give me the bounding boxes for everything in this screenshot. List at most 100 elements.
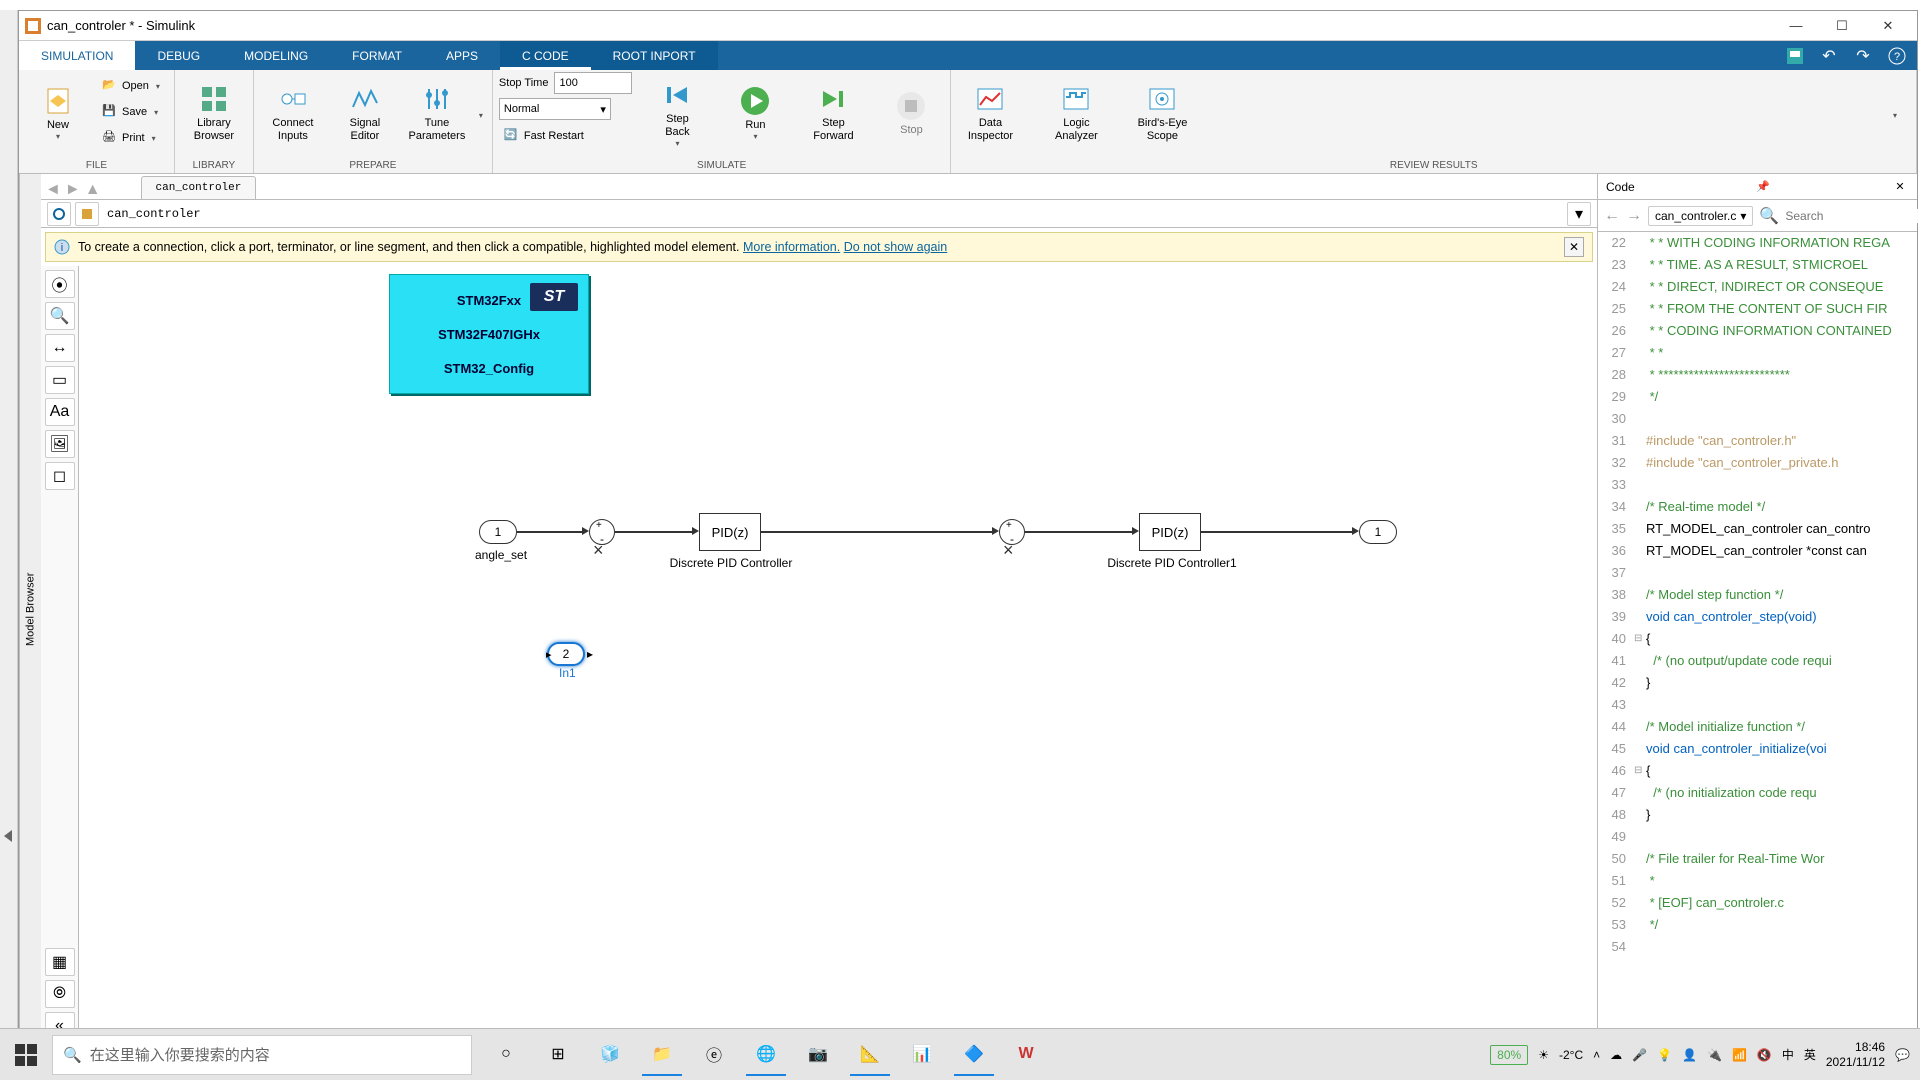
area-tool-icon[interactable]: ◻	[45, 462, 75, 490]
review-more[interactable]: ▾	[1890, 111, 1900, 120]
model-icon[interactable]	[75, 202, 99, 226]
ime-2[interactable]: 英	[1804, 1046, 1816, 1063]
library-browser-button[interactable]: Library Browser	[181, 72, 247, 154]
step-forward-button[interactable]: Step Forward	[800, 72, 866, 154]
tab-modeling[interactable]: MODELING	[222, 41, 330, 70]
tray-app-3-icon[interactable]: 👤	[1682, 1048, 1697, 1062]
tab-debug[interactable]: DEBUG	[135, 41, 222, 70]
cortana-icon[interactable]: ○	[486, 1034, 526, 1076]
code-fwd-icon[interactable]: →	[1626, 205, 1642, 227]
tune-params-button[interactable]: Tune Parameters	[404, 72, 470, 154]
hide-tool-icon[interactable]: ⦿	[45, 270, 75, 298]
toggle-tool-icon[interactable]: ▦	[45, 948, 75, 976]
pid-block-2[interactable]: PID(z)	[1139, 513, 1201, 551]
matlab-icon[interactable]: 📐	[850, 1034, 890, 1076]
arrow-tool-icon[interactable]: ↔	[45, 334, 75, 362]
onedrive-icon[interactable]: ☁	[1610, 1048, 1622, 1062]
outport-1[interactable]: 1	[1359, 520, 1397, 544]
power-icon[interactable]: 🔌	[1707, 1048, 1722, 1062]
battery-badge[interactable]: 80%	[1490, 1045, 1528, 1065]
nav-fwd-icon[interactable]: ►	[65, 181, 81, 199]
code-body[interactable]: 2223242526272829303132333435363738394041…	[1598, 232, 1917, 1044]
close-code-icon[interactable]: ✕	[1891, 178, 1909, 196]
breadcrumb-dropdown[interactable]: ▾	[1567, 202, 1591, 226]
tray-app-1-icon[interactable]: 🎤	[1632, 1048, 1647, 1062]
help-icon[interactable]: ?	[1885, 44, 1909, 68]
ime-1[interactable]: 中	[1782, 1046, 1794, 1063]
signal-editor-button[interactable]: Signal Editor	[332, 72, 398, 154]
logic-analyzer-button[interactable]: Logic Analyzer	[1043, 72, 1109, 154]
clock[interactable]: 18:46 2021/11/12	[1826, 1040, 1885, 1070]
volume-icon[interactable]: 🔇	[1757, 1048, 1772, 1062]
tray-app-2-icon[interactable]: 💡	[1657, 1048, 1672, 1062]
maximize-button[interactable]: ☐	[1819, 11, 1865, 41]
model-canvas[interactable]: STM32Fxx STM32F407IGHx STM32_Config ST 1…	[79, 266, 1597, 1044]
nav-up-icon[interactable]: ▲	[85, 181, 101, 199]
tab-apps[interactable]: APPS	[424, 41, 500, 70]
ie-icon[interactable]: ⓔ	[694, 1034, 734, 1076]
save-quick-icon[interactable]	[1783, 44, 1807, 68]
banner-close-button[interactable]: ✕	[1564, 237, 1584, 257]
taskbar-search[interactable]: 🔍 在这里输入你要搜索的内容	[52, 1035, 472, 1075]
model-tab[interactable]: can_controler	[141, 176, 257, 199]
stop-button[interactable]: Stop	[878, 72, 944, 154]
temperature[interactable]: -2°C	[1559, 1048, 1583, 1062]
run-button[interactable]: Run▾	[722, 72, 788, 154]
data-inspector-button[interactable]: Data Inspector	[957, 72, 1023, 154]
tab-c-code[interactable]: C CODE	[500, 41, 591, 70]
dismiss-link[interactable]: Do not show again	[844, 240, 948, 254]
explorer-icon[interactable]: 📁	[642, 1034, 682, 1076]
notifications-icon[interactable]: 💬	[1895, 1048, 1910, 1062]
taskview-icon[interactable]: ⊞	[538, 1034, 578, 1076]
code-file-select[interactable]: can_controler.c▾	[1648, 206, 1753, 226]
birds-eye-button[interactable]: Bird's-Eye Scope	[1129, 72, 1195, 154]
sim-mode-select[interactable]: Normal▾	[499, 98, 611, 120]
search-icon[interactable]: 🔍	[1759, 206, 1779, 226]
close-button[interactable]: ✕	[1865, 11, 1911, 41]
print-button[interactable]: 🖨Print▾	[97, 126, 168, 150]
app-blue-icon[interactable]: 🔷	[954, 1034, 994, 1076]
rect-tool-icon[interactable]: ▭	[45, 366, 75, 394]
edge-icon[interactable]: 🌐	[746, 1034, 786, 1076]
fit-tool-icon[interactable]: 🔍	[45, 302, 75, 330]
excel-icon[interactable]: 📊	[902, 1034, 942, 1076]
undo-icon[interactable]: ↶	[1817, 44, 1841, 68]
start-button[interactable]	[0, 1029, 52, 1081]
open-button[interactable]: 📂Open▾	[97, 74, 168, 98]
circle-tool-icon[interactable]	[47, 202, 71, 226]
ribbon: New ▾ 📂Open▾ 💾Save▾ 🖨Print▾ FILE Library…	[19, 70, 1917, 174]
new-button[interactable]: New ▾	[25, 72, 91, 154]
tray-expand-icon[interactable]: ˄	[1593, 1048, 1600, 1062]
connect-inputs-button[interactable]: Connect Inputs	[260, 72, 326, 154]
stm32-config-block[interactable]: STM32Fxx STM32F407IGHx STM32_Config ST	[389, 274, 589, 394]
image-tool-icon[interactable]: 🖼	[45, 430, 75, 458]
wps-icon[interactable]: W	[1006, 1034, 1046, 1076]
fast-restart-button[interactable]: 🔄Fast Restart	[499, 124, 633, 148]
pin-icon[interactable]: 📌	[1754, 178, 1772, 196]
stop-time-input[interactable]	[554, 72, 632, 94]
camera-icon[interactable]: 📷	[798, 1034, 838, 1076]
inport-in1[interactable]: ▸ 2 ▸	[547, 642, 585, 666]
nav-back-icon[interactable]: ◄	[45, 181, 61, 199]
step-back-button[interactable]: Step Back▾	[644, 72, 710, 154]
redo-icon[interactable]: ↷	[1851, 44, 1875, 68]
code-back-icon[interactable]: ←	[1604, 205, 1620, 227]
more-info-link[interactable]: More information.	[743, 240, 840, 254]
breadcrumb[interactable]: can_controler	[103, 207, 1563, 221]
titlebar: can_controler * - Simulink — ☐ ✕	[19, 11, 1917, 41]
save-button[interactable]: 💾Save▾	[97, 100, 168, 124]
tab-simulation[interactable]: SIMULATION	[19, 41, 135, 70]
prepare-more[interactable]: ▾	[476, 111, 486, 120]
wifi-icon[interactable]: 📶	[1732, 1048, 1747, 1062]
inport-angle-set[interactable]: 1	[479, 520, 517, 544]
code-search-input[interactable]	[1785, 209, 1920, 223]
tab-root-inport[interactable]: ROOT INPORT	[591, 41, 718, 70]
weather-icon[interactable]: ☀	[1538, 1048, 1549, 1062]
pid-block-1[interactable]: PID(z)	[699, 513, 761, 551]
tab-format[interactable]: FORMAT	[330, 41, 424, 70]
model-browser-tab[interactable]: Model Browser	[19, 174, 41, 1044]
minimize-button[interactable]: —	[1773, 11, 1819, 41]
app-3d-icon[interactable]: 🧊	[590, 1034, 630, 1076]
annotation-tool-icon[interactable]: Aa	[45, 398, 75, 426]
record-tool-icon[interactable]: ⦾	[45, 980, 75, 1008]
